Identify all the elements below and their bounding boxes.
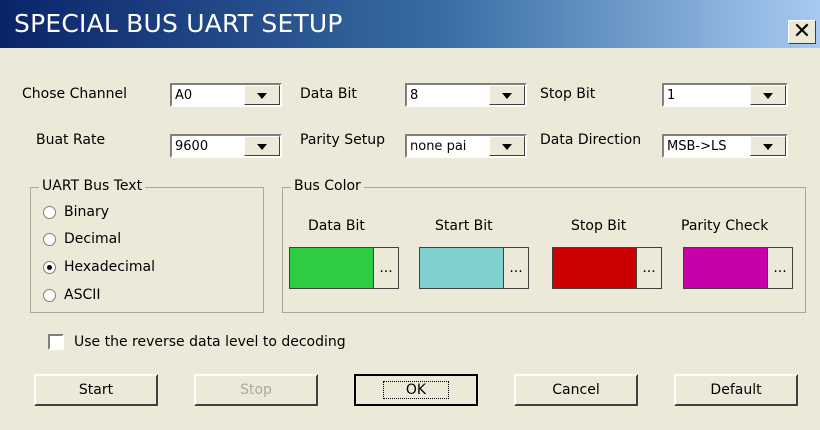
direction-select[interactable]: MSB->LS [662,134,788,158]
ok-button[interactable]: OK [354,374,478,406]
reverse-level-label[interactable]: Use the reverse data level to decoding [74,334,346,350]
radio-icon[interactable] [43,205,56,219]
start-button-label: Start [78,382,114,398]
color-parity-check-picker[interactable]: ... [683,247,793,289]
radio-binary-label: Binary [64,204,109,220]
stop-bit-label: Stop Bit [540,86,596,102]
uart-bus-text-title: UART Bus Text [39,178,146,194]
parity-select[interactable]: none pai [405,134,527,158]
bus-color-title: Bus Color [291,178,364,194]
stop-button[interactable]: Stop [194,374,318,406]
radio-icon[interactable] [43,288,56,302]
channel-select[interactable]: A0 [170,83,282,107]
close-button[interactable]: ✕ [788,20,816,44]
radio-decimal-label: Decimal [64,231,122,247]
stop-bit-value: 1 [667,88,676,103]
baud-rate-label: Buat Rate [36,132,106,148]
uart-bus-text-group: UART Bus Text Binary Decimal Hexadecimal… [30,178,264,313]
radio-hexadecimal-label: Hexadecimal [64,259,155,275]
radio-selected-icon[interactable] [43,260,56,274]
color-swatch [420,248,504,288]
parity-value: none pai [410,139,467,154]
radio-ascii-label: ASCII [64,287,101,303]
cancel-button-label: Cancel [552,382,600,398]
cancel-button[interactable]: Cancel [514,374,638,406]
radio-ascii[interactable]: ASCII [43,287,101,303]
channel-value: A0 [175,88,193,103]
channel-label: Chose Channel [22,86,128,102]
default-button[interactable]: Default [674,374,798,406]
color-start-bit-label: Start Bit [435,218,493,234]
close-icon: ✕ [792,19,812,44]
data-bit-select[interactable]: 8 [405,83,527,107]
start-button[interactable]: Start [34,374,158,406]
window-title: SPECIAL BUS UART SETUP [14,9,343,38]
default-button-label: Default [710,382,762,398]
direction-dropdown-arrow-icon[interactable] [750,136,786,156]
bus-color-group: Bus Color Data Bit ... Start Bit ... Sto… [282,178,806,313]
ellipsis-icon[interactable]: ... [503,248,528,288]
channel-dropdown-arrow-icon[interactable] [244,85,280,105]
direction-value: MSB->LS [667,139,727,154]
color-start-bit-picker[interactable]: ... [419,247,529,289]
color-swatch [684,248,768,288]
ellipsis-icon[interactable]: ... [767,248,792,288]
baud-rate-value: 9600 [175,139,209,154]
data-bit-value: 8 [410,88,419,103]
stop-bit-select[interactable]: 1 [662,83,788,107]
color-swatch [553,248,637,288]
color-parity-check-label: Parity Check [681,218,769,234]
color-stop-bit-picker[interactable]: ... [552,247,662,289]
ellipsis-icon[interactable]: ... [636,248,661,288]
ok-button-label: OK [382,381,450,399]
baud-rate-dropdown-arrow-icon[interactable] [244,136,280,156]
ellipsis-icon[interactable]: ... [373,248,398,288]
radio-icon[interactable] [43,232,56,246]
stop-button-label: Stop [240,382,272,398]
radio-binary[interactable]: Binary [43,204,109,220]
parity-dropdown-arrow-icon[interactable] [489,136,525,156]
data-bit-label: Data Bit [300,86,357,102]
reverse-level-checkbox[interactable] [48,334,64,350]
data-bit-dropdown-arrow-icon[interactable] [489,85,525,105]
direction-label: Data Direction [540,132,642,148]
title-bar: SPECIAL BUS UART SETUP ✕ [0,0,820,48]
radio-decimal[interactable]: Decimal [43,231,121,247]
color-data-bit-picker[interactable]: ... [289,247,399,289]
color-swatch [290,248,374,288]
stop-bit-dropdown-arrow-icon[interactable] [750,85,786,105]
color-data-bit-label: Data Bit [308,218,365,234]
parity-label: Parity Setup [300,132,386,148]
color-stop-bit-label: Stop Bit [571,218,627,234]
radio-hexadecimal[interactable]: Hexadecimal [43,259,155,275]
baud-rate-select[interactable]: 9600 [170,134,282,158]
